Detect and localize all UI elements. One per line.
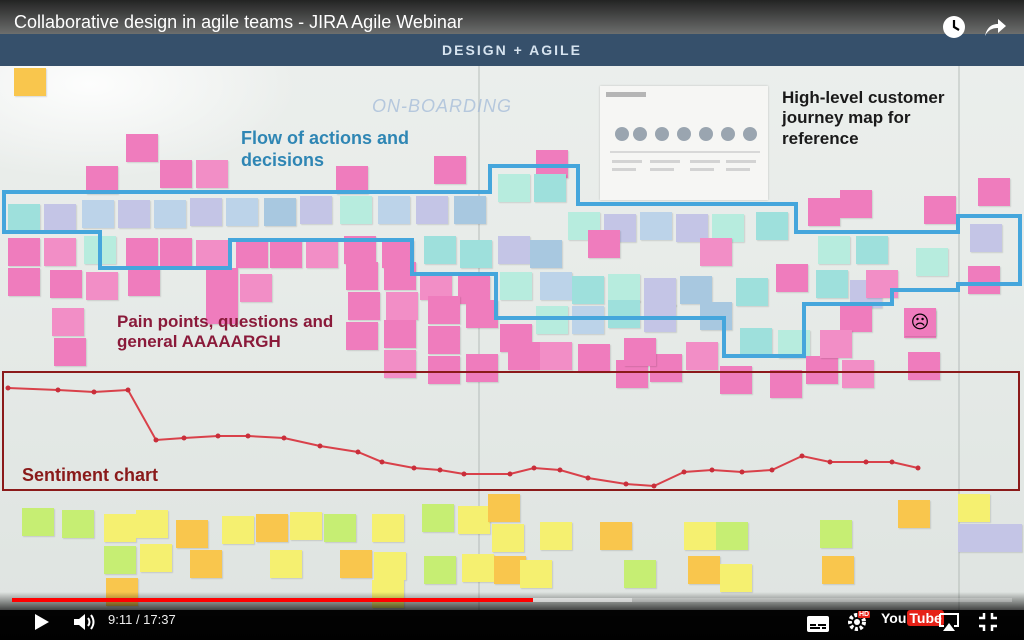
youtube-logo-you: You — [881, 610, 907, 626]
journey-annotation-line-2: journey map for — [782, 108, 911, 128]
sentiment-point — [355, 449, 361, 455]
sentiment-point — [651, 483, 657, 489]
sentiment-point — [709, 467, 715, 473]
video-player[interactable]: ON-BOARDING ☹ Flow of actions and decisi… — [0, 0, 1024, 640]
volume-icon[interactable] — [72, 610, 98, 634]
pain-annotation-line-2: general AAAAARGH — [117, 332, 281, 352]
watch-later-icon[interactable] — [941, 14, 967, 40]
journey-annotation-line-3: reference — [782, 128, 859, 148]
pain-annotation-line-1: Pain points, questions and — [117, 312, 334, 331]
sentiment-point — [863, 459, 869, 465]
sentiment-point — [623, 481, 629, 487]
play-icon[interactable] — [30, 610, 52, 634]
sentiment-point — [245, 433, 251, 439]
flow-annotation: Flow of actions and decisions — [241, 128, 409, 171]
sentiment-point — [739, 469, 745, 475]
sentiment-point — [379, 459, 385, 465]
sentiment-point — [461, 471, 467, 477]
sentiment-point — [281, 435, 287, 441]
sentiment-point — [91, 389, 97, 395]
share-icon[interactable] — [982, 14, 1008, 40]
sentiment-point — [915, 465, 921, 471]
sentiment-point — [681, 469, 687, 475]
progress-bar[interactable] — [12, 598, 1012, 602]
sentiment-point — [55, 387, 61, 393]
sentiment-point — [153, 437, 159, 443]
sentiment-point — [769, 467, 775, 473]
airplay-icon[interactable] — [937, 610, 961, 634]
sentiment-point — [827, 459, 833, 465]
sentiment-point — [215, 433, 221, 439]
subtitles-icon[interactable] — [806, 612, 830, 636]
fullscreen-exit-icon[interactable] — [977, 610, 999, 634]
flow-annotation-line-1: Flow of actions and — [241, 128, 410, 148]
video-title[interactable]: Collaborative design in agile teams - JI… — [14, 12, 463, 33]
time-display: 9:11 / 17:37 — [108, 612, 176, 627]
journey-annotation: High-level customer journey map for refe… — [782, 88, 945, 149]
journey-annotation-line-1: High-level customer — [782, 88, 945, 107]
sentiment-point — [317, 443, 323, 449]
youtube-logo[interactable]: You Tube — [881, 610, 944, 626]
progress-played — [12, 598, 533, 602]
sentiment-point — [181, 435, 187, 441]
pain-points-annotation: Pain points, questions and general AAAAA… — [117, 312, 333, 353]
video-frame[interactable]: ON-BOARDING ☹ Flow of actions and decisi… — [0, 0, 1024, 610]
sentiment-point — [507, 471, 513, 477]
sentiment-point — [585, 475, 591, 481]
sentiment-point — [5, 385, 11, 391]
sentiment-point — [411, 465, 417, 471]
sentiment-point — [125, 387, 131, 393]
title-bar: Collaborative design in agile teams - JI… — [0, 0, 1024, 66]
sentiment-annotation: Sentiment chart — [22, 465, 159, 485]
sentiment-point — [889, 459, 895, 465]
hd-badge: HD — [858, 611, 871, 618]
sentiment-point — [531, 465, 537, 471]
flow-annotation-line-2: decisions — [241, 149, 325, 170]
sentiment-point — [437, 467, 443, 473]
sentiment-point — [799, 453, 805, 459]
header-banner: DESIGN + AGILE — [0, 34, 1024, 66]
sentiment-point — [557, 467, 563, 473]
